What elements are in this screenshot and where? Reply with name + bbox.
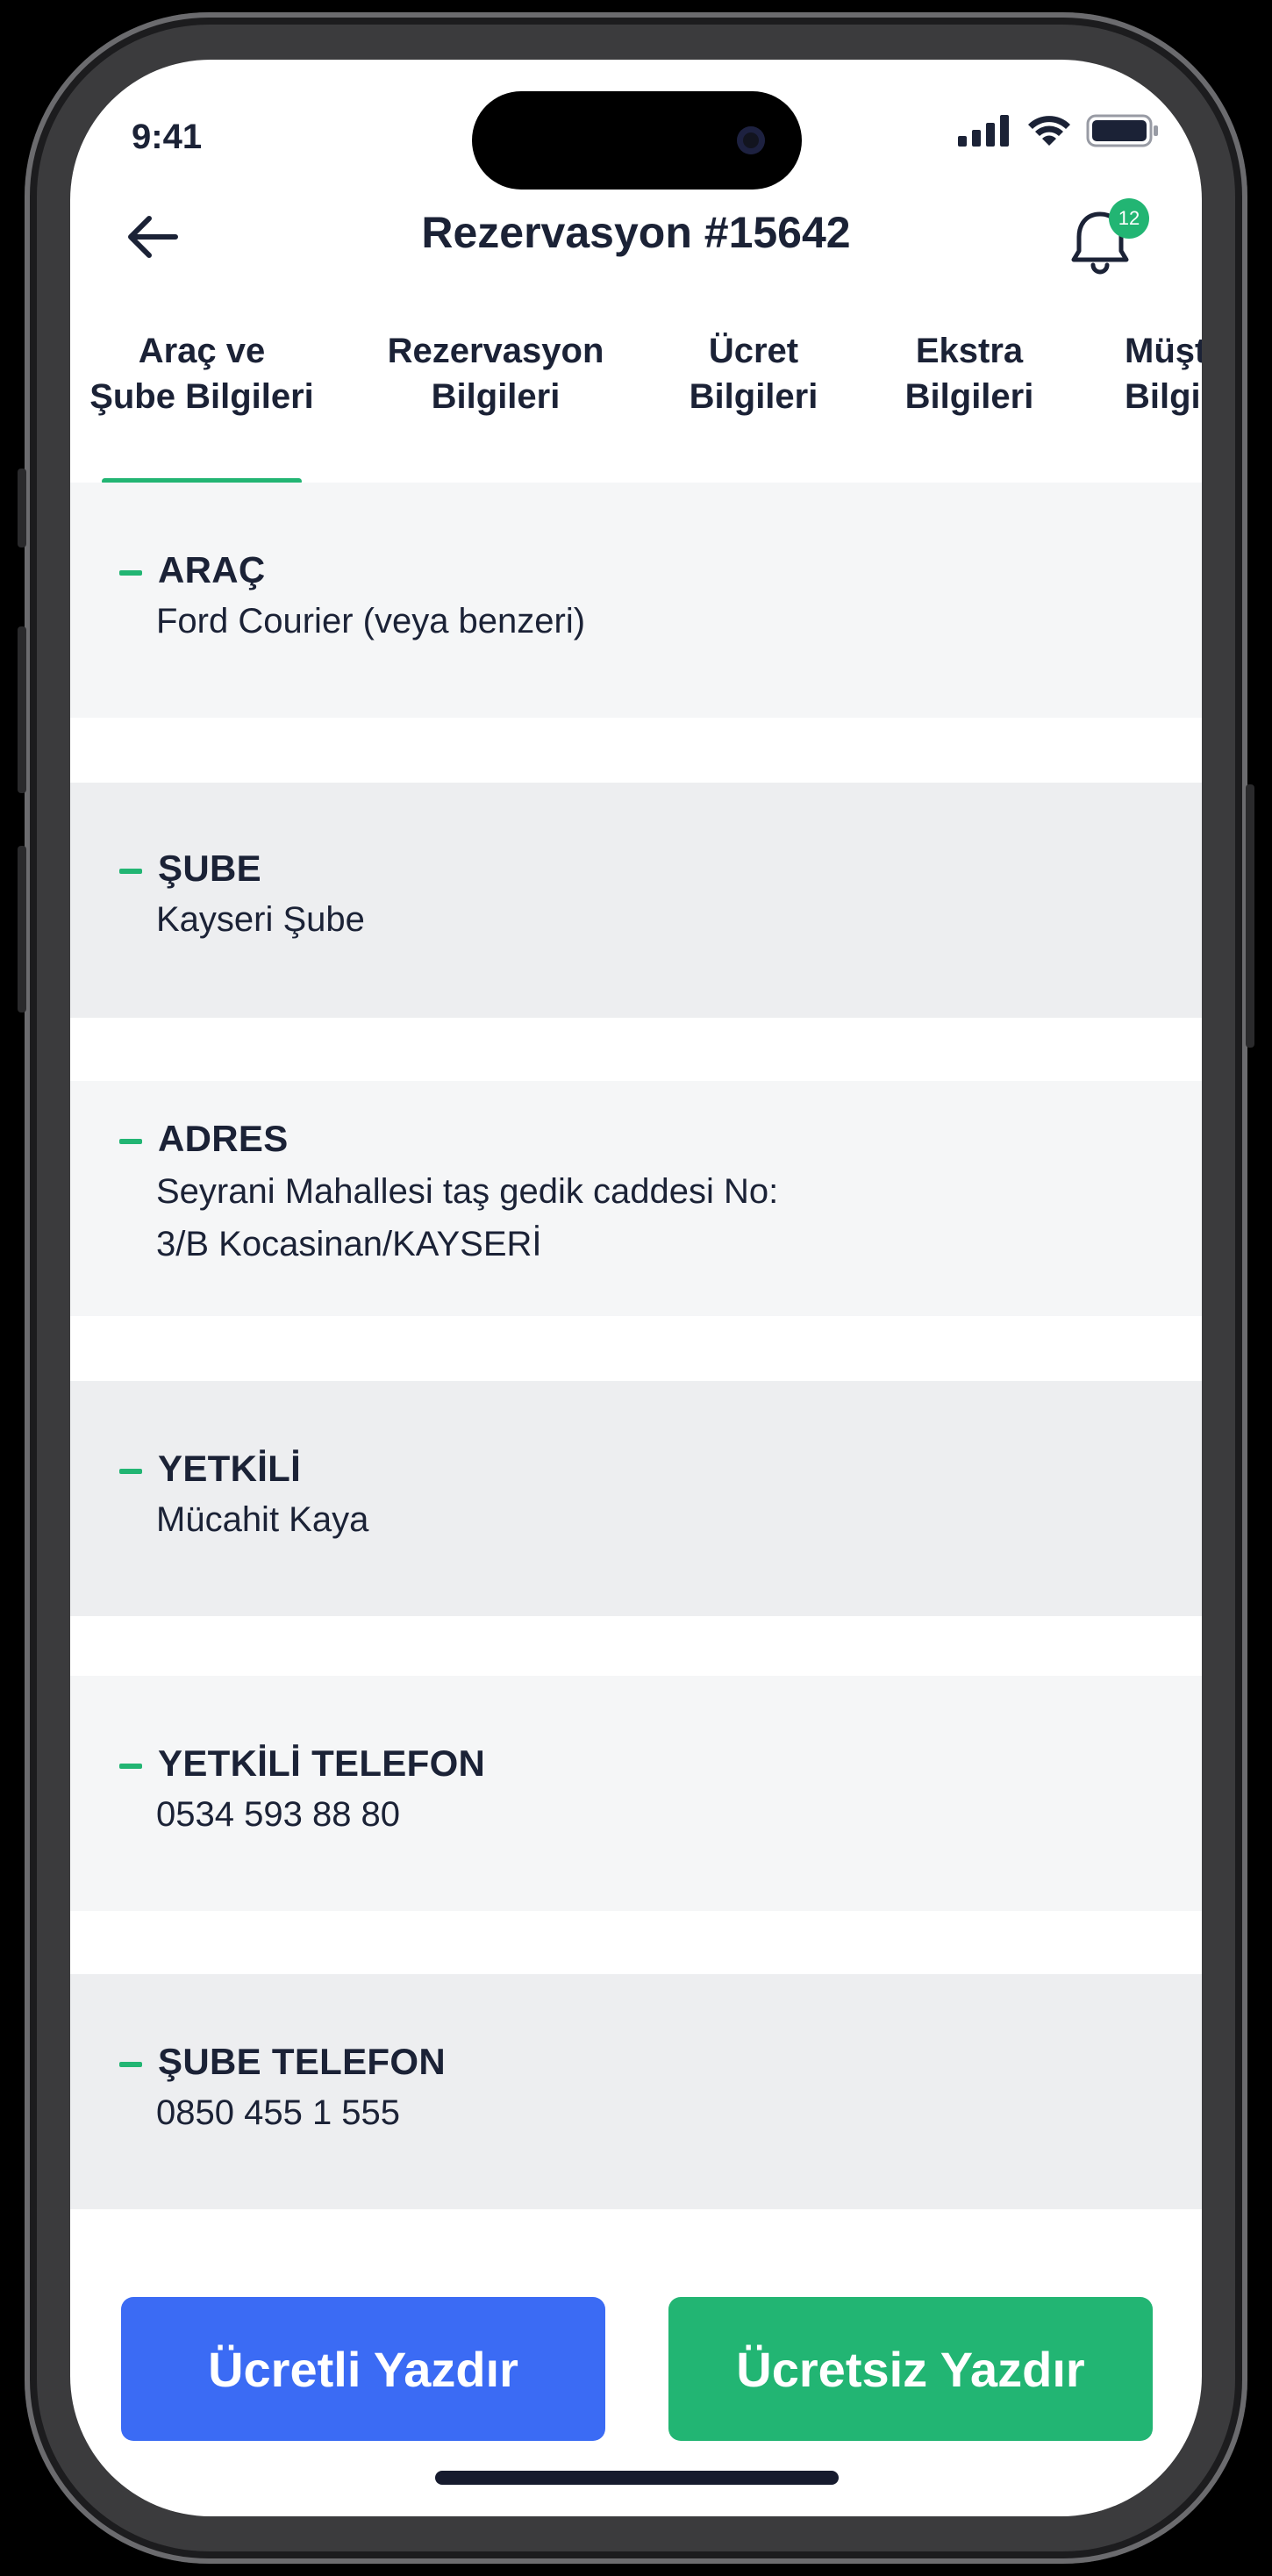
tab-label-line1: Ücret — [708, 332, 799, 370]
section-value: Kayseri Şube — [156, 900, 365, 939]
section-sube: ŞUBE Kayseri Şube — [70, 783, 1202, 1018]
notifications-button[interactable]: 12 — [1058, 198, 1149, 283]
free-print-button[interactable]: Ücretsiz Yazdır — [668, 2297, 1153, 2441]
page-title: Rezervasyon #15642 — [421, 208, 851, 257]
tab-ekstra[interactable]: Ekstra Bilgileri — [895, 328, 1044, 419]
section-label: ŞUBE TELEFON — [158, 2041, 446, 2082]
section-dash — [119, 1139, 142, 1144]
tab-label-line1: Müşt — [1125, 332, 1202, 370]
section-label: YETKİLİ — [158, 1448, 302, 1489]
section-label: YETKİLİ TELEFON — [158, 1742, 486, 1784]
notification-badge: 12 — [1109, 198, 1149, 239]
battery-icon — [1086, 114, 1158, 147]
tab-label-line1: Rezervasyon — [387, 332, 604, 370]
status-icons — [958, 114, 1160, 147]
section-adres: ADRES Seyrani Mahallesi taş gedik caddes… — [70, 1081, 1202, 1316]
section-value[interactable]: 0850 455 1 555 — [156, 2086, 823, 2139]
tab-label-line2: Bilgileri — [431, 377, 561, 416]
camera-icon — [737, 126, 765, 154]
wifi-icon — [1028, 116, 1070, 146]
power-button — [1246, 784, 1254, 1048]
tab-bar: Araç ve Şube Bilgileri Rezervasyon Bilgi… — [70, 328, 1202, 479]
tab-rezervasyon[interactable]: Rezervasyon Bilgileri — [377, 328, 614, 419]
paid-print-button[interactable]: Ücretli Yazdır — [121, 2297, 605, 2441]
section-dash — [119, 1764, 142, 1769]
tab-label-line2: Bilgi — [1125, 377, 1201, 416]
volume-up-button — [18, 626, 26, 793]
section-value: Mücahit Kaya — [156, 1500, 369, 1539]
section-label: ARAÇ — [158, 549, 266, 590]
action-button — [18, 469, 26, 547]
section-value[interactable]: 0534 593 88 80 — [156, 1788, 823, 1841]
section-value: 3/B Kocasinan/KAYSERİ — [156, 1225, 542, 1263]
cellular-signal-icon — [958, 115, 1009, 147]
app-screen: 9:41 Rezervasyon #15642 12 Araç ve Şube … — [70, 60, 1202, 2516]
section-value: Ford Courier (veya benzeri) — [156, 602, 586, 640]
section-yetkili-telefon: YETKİLİ TELEFON 0534 593 88 80 — [70, 1676, 1202, 1911]
volume-down-button — [18, 846, 26, 1013]
section-arac: ARAÇ Ford Courier (veya benzeri) — [70, 483, 1202, 718]
tab-musteri[interactable]: Müşt Bilgi — [1125, 328, 1202, 419]
tab-arac-sube[interactable]: Araç ve Şube Bilgileri — [81, 328, 323, 419]
status-time: 9:41 — [132, 118, 203, 156]
tab-label-line1: Araç ve — [138, 332, 266, 370]
section-label: ŞUBE — [158, 848, 261, 889]
dynamic-island — [472, 91, 802, 190]
tab-label-line2: Bilgileri — [904, 377, 1034, 416]
section-value: Seyrani Mahallesi taş gedik caddesi No: — [156, 1172, 779, 1211]
section-sube-telefon: ŞUBE TELEFON 0850 455 1 555 — [70, 1974, 1202, 2209]
home-indicator[interactable] — [435, 2471, 839, 2485]
section-dash — [119, 869, 142, 874]
section-dash — [119, 2062, 142, 2067]
tab-label-line2: Bilgileri — [689, 377, 818, 416]
tab-label-line1: Ekstra — [915, 332, 1024, 370]
tab-ucret[interactable]: Ücret Bilgileri — [679, 328, 828, 419]
section-yetkili: YETKİLİ Mücahit Kaya — [70, 1381, 1202, 1616]
section-dash — [119, 1469, 142, 1474]
section-label: ADRES — [158, 1118, 289, 1159]
tab-label-line2: Şube Bilgileri — [89, 377, 314, 416]
section-dash — [119, 570, 142, 576]
